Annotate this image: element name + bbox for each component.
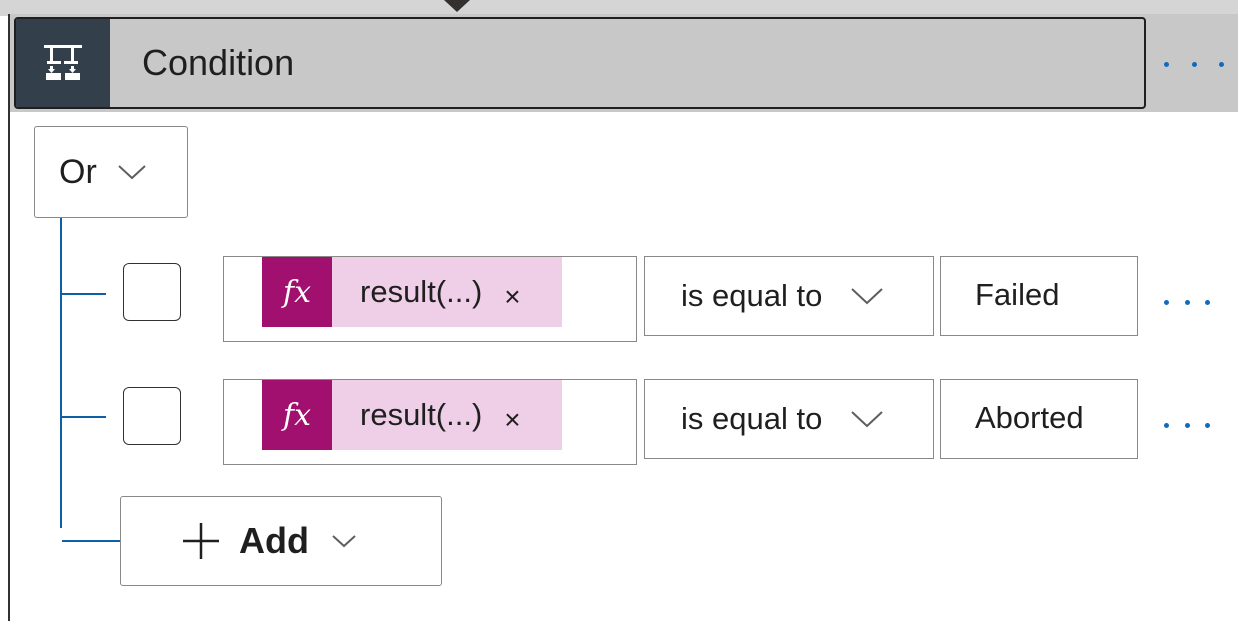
more-dot (1219, 61, 1224, 67)
plus-icon (183, 523, 219, 559)
comparison-operator-dropdown[interactable]: is equal to (644, 379, 934, 459)
function-icon: fx (262, 380, 332, 450)
connector-arrow-icon (444, 0, 470, 12)
group-operator-label: Or (59, 152, 97, 191)
row-more-options-button[interactable] (1164, 297, 1210, 307)
operator-label: is equal to (681, 401, 823, 436)
remove-token-icon[interactable]: × (504, 281, 520, 313)
more-dots-icon (1164, 61, 1169, 67)
function-icon: fx (262, 257, 332, 327)
remove-token-icon[interactable]: × (504, 404, 520, 436)
more-dots-icon (1164, 422, 1169, 428)
expression-token[interactable]: fx result(...) × (262, 380, 562, 450)
add-button-label: Add (239, 520, 309, 561)
value-text: Aborted (975, 400, 1084, 435)
left-operand-field[interactable]: fx result(...) × (223, 379, 637, 465)
chevron-down-icon (851, 288, 884, 305)
comparison-operator-dropdown[interactable]: is equal to (644, 256, 934, 336)
more-dot (1205, 299, 1210, 305)
more-dot (1184, 422, 1190, 428)
expression-label: result(...) (360, 274, 483, 309)
tree-connector-vertical (60, 218, 62, 528)
card-more-options-button[interactable] (1164, 52, 1224, 76)
row-select-checkbox[interactable] (123, 387, 181, 445)
row-select-checkbox[interactable] (123, 263, 181, 321)
chevron-down-icon (118, 165, 146, 180)
chevron-down-icon (851, 411, 884, 428)
right-operand-field[interactable]: Aborted (940, 379, 1138, 459)
right-operand-field[interactable]: Failed (940, 256, 1138, 336)
chevron-down-icon (332, 535, 356, 548)
card-header: Condition (10, 14, 1238, 112)
group-operator-dropdown[interactable]: Or (34, 126, 188, 218)
tree-connector-add (62, 540, 120, 542)
more-dot (1184, 299, 1190, 305)
more-dot (1191, 61, 1197, 67)
more-dot (1205, 422, 1210, 428)
add-button[interactable]: Add (120, 496, 442, 586)
card-title: Condition (142, 42, 295, 83)
tree-connector-row-2 (62, 416, 106, 418)
row-more-options-button[interactable] (1164, 420, 1210, 430)
condition-editor: Condition Or fx result(...) × is equal t… (0, 0, 1238, 621)
left-operand-field[interactable]: fx result(...) × (223, 256, 637, 342)
value-text: Failed (975, 277, 1060, 312)
card-title-bar[interactable]: Condition (14, 17, 1146, 109)
operator-label: is equal to (681, 278, 823, 313)
tree-connector-row-1 (62, 293, 106, 295)
condition-icon (16, 19, 110, 107)
expression-token[interactable]: fx result(...) × (262, 257, 562, 327)
more-dots-icon (1164, 299, 1169, 305)
expression-label: result(...) (360, 397, 483, 432)
